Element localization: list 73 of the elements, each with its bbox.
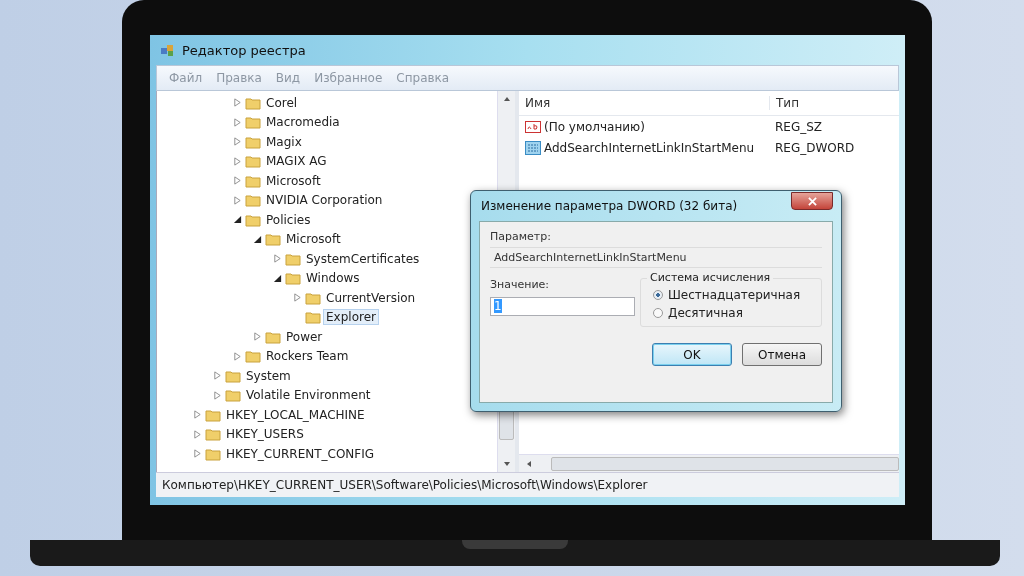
tree-item[interactable]: SystemCertificates	[304, 251, 422, 266]
folder-icon	[285, 270, 301, 287]
scroll-down-icon[interactable]	[502, 460, 511, 468]
radio-option[interactable]: Десятичная	[647, 306, 815, 320]
expand-arrow-icon[interactable]	[193, 429, 202, 439]
column-header[interactable]: Имя	[519, 96, 769, 110]
dialog-title: Изменение параметра DWORD (32 бита)	[481, 199, 738, 213]
expand-arrow-icon[interactable]	[233, 351, 242, 361]
expand-arrow-icon[interactable]	[233, 176, 242, 186]
scroll-left-icon[interactable]	[525, 459, 533, 468]
expand-arrow-icon[interactable]	[213, 371, 222, 381]
expand-arrow-icon[interactable]	[233, 117, 242, 127]
parameter-field[interactable]: AddSearchInternetLinkInStartMenu	[490, 247, 822, 268]
tree-item[interactable]: Explorer	[324, 310, 378, 325]
collapse-arrow-icon[interactable]	[273, 273, 282, 283]
tree-item[interactable]: Corel	[264, 95, 300, 110]
expand-arrow-icon[interactable]	[233, 195, 242, 205]
expand-arrow-icon[interactable]	[293, 293, 302, 303]
tree-item[interactable]: Windows	[304, 271, 362, 286]
text-value-icon	[525, 118, 541, 135]
value-name[interactable]: AddSearchInternetLinkInStartMenu	[544, 140, 755, 155]
cancel-button[interactable]: Отмена	[742, 343, 822, 366]
cubes-icon	[160, 42, 176, 58]
expand-arrow-icon[interactable]	[253, 332, 262, 342]
tree-item[interactable]: HKEY_LOCAL_MACHINE	[224, 407, 367, 422]
close-icon	[807, 196, 817, 206]
tree-item[interactable]: MAGIX AG	[264, 154, 329, 169]
tree-item[interactable]: Power	[284, 329, 325, 344]
horizontal-scrollbar[interactable]	[519, 454, 899, 472]
expand-arrow-icon[interactable]	[273, 254, 282, 264]
expand-arrow-icon[interactable]	[233, 98, 242, 108]
value-type: REG_DWORD	[774, 140, 856, 155]
expand-arrow-icon[interactable]	[233, 156, 242, 166]
folder-icon	[265, 231, 281, 248]
tree-item[interactable]: Volatile Environment	[244, 388, 373, 403]
folder-icon	[305, 309, 321, 326]
expand-arrow-icon[interactable]	[193, 449, 202, 459]
tree-item[interactable]: Microsoft	[264, 173, 323, 188]
binary-value-icon	[525, 139, 541, 156]
status-bar: Компьютер\HKEY_CURRENT_USER\Software\Policies\Microsoft\Windows\Explorer	[156, 472, 899, 497]
field-label: Значение:	[490, 278, 551, 291]
group-title: Система исчисления	[647, 271, 774, 284]
value-name[interactable]: (По умолчанию)	[544, 119, 645, 134]
expand-arrow-icon[interactable]	[193, 410, 202, 420]
folder-icon	[225, 387, 241, 404]
tree-item[interactable]: HKEY_CURRENT_CONFIG	[224, 446, 377, 461]
scroll-up-icon[interactable]	[502, 95, 511, 103]
close-button[interactable]	[791, 192, 833, 210]
tree-item[interactable]: Macromedia	[264, 115, 342, 130]
tree-item[interactable]: NVIDIA Corporation	[264, 193, 385, 208]
window-title: Редактор реестра	[182, 42, 306, 58]
folder-icon	[245, 192, 261, 209]
tree-item[interactable]: Microsoft	[284, 232, 343, 247]
folder-icon	[245, 114, 261, 131]
folder-icon	[245, 348, 261, 365]
collapse-arrow-icon[interactable]	[233, 215, 242, 225]
field-label: Параметр:	[490, 230, 552, 243]
scroll-thumb[interactable]	[551, 456, 899, 471]
column-header[interactable]: Тип	[769, 96, 899, 110]
expand-arrow-icon[interactable]	[233, 137, 242, 147]
radio-option[interactable]: Шестнадцатеричная	[647, 288, 815, 302]
folder-icon	[245, 153, 261, 170]
expand-arrow-icon[interactable]	[213, 390, 222, 400]
folder-icon	[205, 426, 221, 443]
tree-item[interactable]: Policies	[264, 212, 313, 227]
collapse-arrow-icon[interactable]	[253, 234, 262, 244]
ok-button[interactable]: OK	[652, 343, 732, 366]
tree-item[interactable]: Magix	[264, 134, 304, 149]
tree-item[interactable]: Rockers Team	[264, 349, 351, 364]
tree-item[interactable]: HKEY_USERS	[224, 427, 306, 442]
tree-item[interactable]: System	[244, 368, 293, 383]
tree-item[interactable]: CurrentVersion	[324, 290, 418, 305]
value-type: REG_SZ	[774, 119, 824, 134]
